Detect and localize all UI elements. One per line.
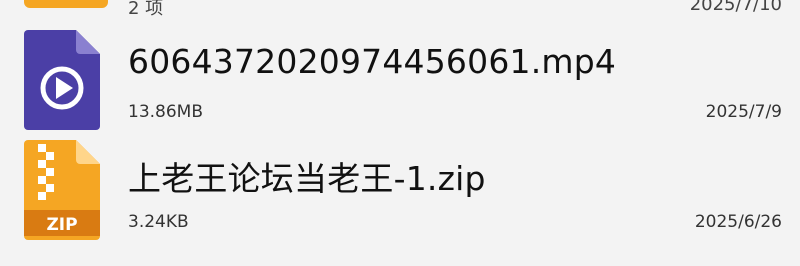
file-list: 2 项 2025/7/10 6064372020974456061.mp4 13… bbox=[0, 0, 800, 266]
file-name: 6064372020974456061.mp4 bbox=[128, 42, 617, 81]
file-size: 3.24KB bbox=[128, 212, 189, 232]
video-file-icon bbox=[24, 30, 100, 130]
file-name: 上老王论坛当老王-1.zip bbox=[128, 159, 486, 198]
list-item[interactable]: 6064372020974456061.mp4 13.86MB 2025/7/9 bbox=[0, 22, 800, 132]
modified-date: 2025/7/9 bbox=[705, 102, 782, 122]
folder-icon bbox=[24, 0, 108, 8]
modified-date: 2025/7/10 bbox=[689, 0, 782, 15]
item-count: 2 项 bbox=[128, 0, 164, 19]
zip-file-icon: ZIP bbox=[24, 140, 100, 240]
list-item[interactable]: 2 项 2025/7/10 bbox=[0, 0, 800, 22]
zip-badge-label: ZIP bbox=[46, 215, 77, 235]
file-size: 13.86MB bbox=[128, 102, 203, 122]
list-item[interactable]: ZIP 上老王论坛当老王-1.zip 3.24KB 2025/6/26 bbox=[0, 132, 800, 242]
modified-date: 2025/6/26 bbox=[694, 212, 782, 232]
